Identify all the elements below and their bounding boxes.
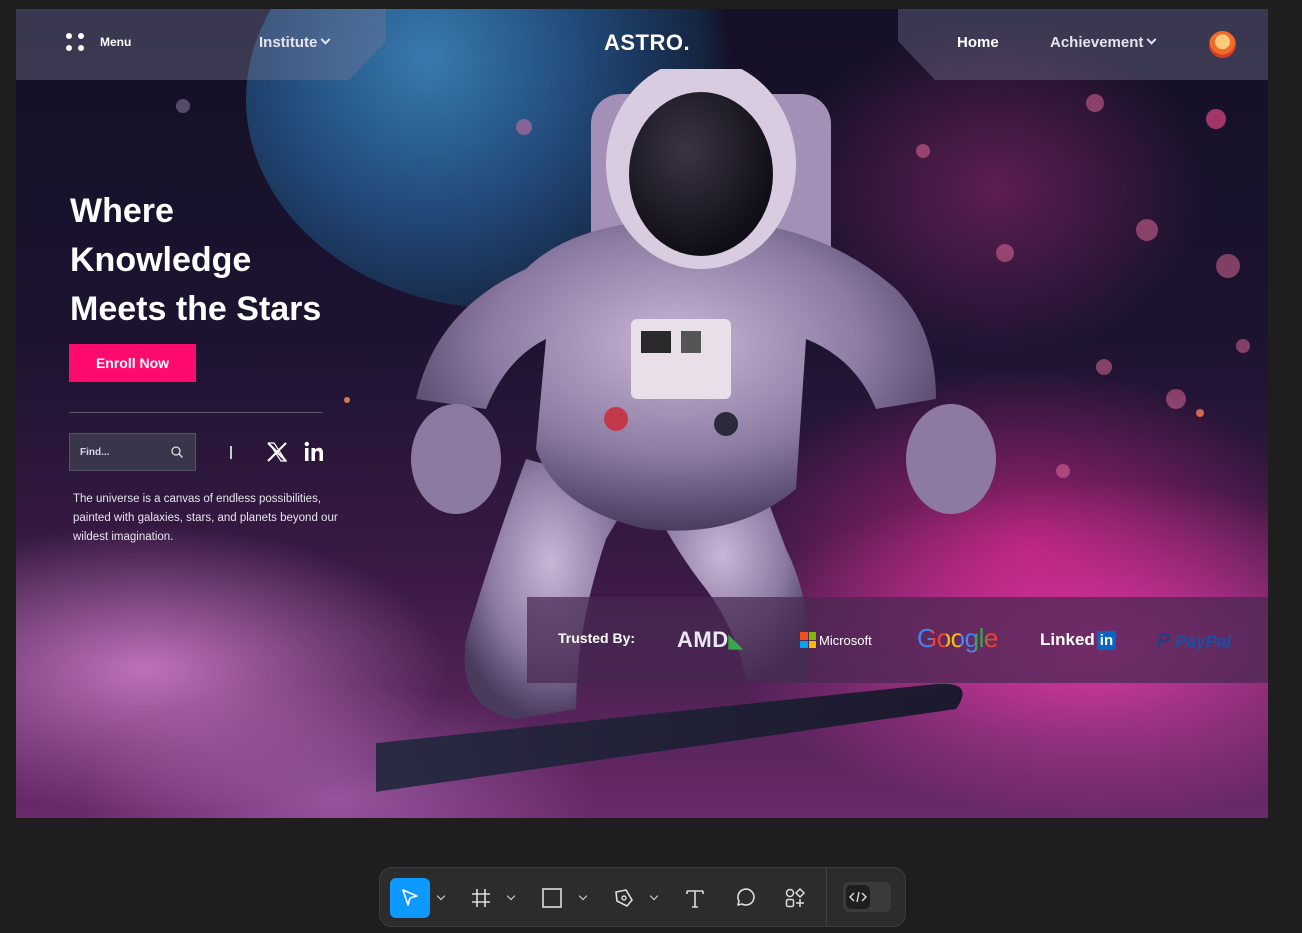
rectangle-tool-chevron-icon[interactable] [578, 891, 588, 901]
paypal-p-icon: P [1157, 630, 1171, 652]
pen-tool[interactable] [607, 878, 641, 918]
nav-institute[interactable]: Institute [259, 34, 331, 51]
pen-icon [615, 889, 633, 907]
frame-tool[interactable] [464, 878, 498, 918]
text-icon [686, 890, 704, 908]
linkedin-icon[interactable] [304, 441, 324, 463]
brand-logo[interactable]: ASTRO. [604, 30, 690, 56]
chevron-down-icon [1146, 34, 1157, 45]
enroll-now-button[interactable]: Enroll Now [69, 344, 196, 382]
frame-hash-icon [472, 889, 490, 907]
nav-home[interactable]: Home [957, 34, 999, 51]
hero-headline: Where Knowledge Meets the Stars [70, 187, 370, 334]
design-toolbar [379, 867, 906, 927]
design-frame: Menu Institute ASTRO. Home Achievement W… [16, 9, 1268, 818]
search-icon[interactable] [171, 446, 183, 458]
google-logo: Google [917, 623, 998, 653]
headline-line-2: Knowledge [70, 241, 252, 279]
pen-tool-chevron-icon[interactable] [649, 891, 659, 901]
nav-institute-label: Institute [259, 34, 318, 51]
paypal-logo: P PayPal [1157, 630, 1232, 652]
actions-tool[interactable] [778, 878, 812, 918]
nav-home-label: Home [957, 34, 999, 51]
microsoft-logo: Microsoft [800, 632, 872, 648]
linkedin-logo: Linked in [1040, 630, 1117, 650]
amd-logo: AMD◣ [677, 627, 743, 652]
search-box [69, 433, 196, 471]
toolbar-separator [826, 868, 827, 926]
rectangle-icon [542, 888, 562, 908]
menu-button[interactable]: Menu [64, 31, 131, 53]
trusted-by-label: Trusted By: [558, 630, 636, 646]
text-tool[interactable] [678, 878, 712, 918]
microsoft-grid-icon [800, 632, 816, 648]
nav-achievement-label: Achievement [1050, 34, 1144, 51]
dev-mode-toggle[interactable] [843, 882, 891, 912]
actions-shapes-icon [785, 887, 806, 908]
frame-tool-chevron-icon[interactable] [506, 891, 516, 901]
headline-line-3: Meets the Stars [70, 290, 322, 328]
move-tool[interactable] [390, 878, 430, 918]
code-icon [846, 885, 870, 909]
social-separator [230, 446, 232, 459]
nav-achievement[interactable]: Achievement [1050, 34, 1157, 51]
menu-dots-icon [64, 31, 86, 53]
headline-line-1: Where [70, 192, 174, 230]
trusted-by-bar: Trusted By: AMD◣ Microsoft Google Linked… [527, 597, 1268, 683]
rectangle-tool[interactable] [535, 878, 569, 918]
chevron-down-icon [320, 34, 331, 45]
avatar[interactable] [1209, 31, 1236, 58]
astronaut-image [376, 69, 996, 792]
menu-label: Menu [100, 35, 132, 49]
search-input[interactable] [80, 446, 160, 458]
x-twitter-icon[interactable] [266, 441, 288, 463]
comment-tool[interactable] [728, 878, 762, 918]
comment-bubble-icon [737, 888, 755, 906]
cursor-arrow-icon [402, 889, 418, 906]
hero-description: The universe is a canvas of endless poss… [73, 493, 338, 543]
divider [69, 412, 323, 413]
move-tool-chevron-icon[interactable] [436, 891, 446, 901]
